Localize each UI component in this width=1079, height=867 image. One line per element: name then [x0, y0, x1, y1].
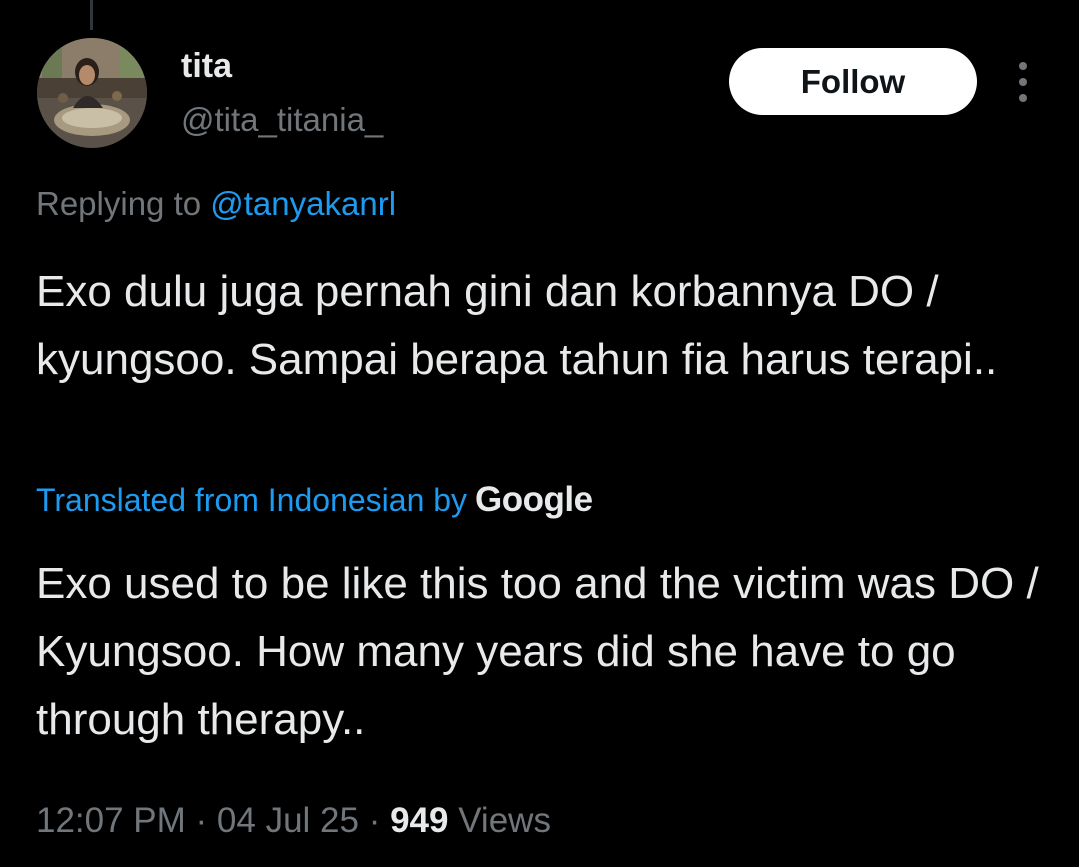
- more-dot: [1019, 78, 1027, 86]
- tweet-metadata: 12:07 PM · 04 Jul 25 · 949 Views: [36, 798, 551, 844]
- tweet-time[interactable]: 12:07 PM: [36, 801, 186, 840]
- thread-connector-line: [90, 0, 93, 30]
- more-dot: [1019, 62, 1027, 70]
- replying-to-prefix: Replying to: [36, 185, 211, 222]
- views-label: Views: [448, 801, 551, 840]
- translation-attribution: Translated from Indonesian by Google: [36, 478, 593, 522]
- tweet-date[interactable]: 04 Jul 25: [217, 801, 359, 840]
- views-count[interactable]: 949: [390, 801, 448, 840]
- follow-button[interactable]: Follow: [729, 48, 977, 115]
- meta-separator: ·: [185, 801, 217, 840]
- author-handle[interactable]: @tita_titania_: [181, 98, 383, 142]
- reply-mention-link[interactable]: @tanyakanrl: [210, 185, 396, 222]
- more-options-icon[interactable]: [1008, 62, 1038, 102]
- translated-tweet-text: Exo used to be like this too and the vic…: [36, 559, 1039, 744]
- avatar[interactable]: [37, 38, 147, 148]
- more-dot: [1019, 94, 1027, 102]
- meta-separator: ·: [358, 801, 391, 840]
- google-logo: Google: [475, 480, 593, 519]
- author-display-name[interactable]: tita: [181, 44, 232, 88]
- translation-label-link[interactable]: Translated from Indonesian by: [36, 482, 467, 518]
- tweet-text: Exo dulu juga pernah gini dan korbannya …: [36, 267, 998, 384]
- replying-to: Replying to @tanyakanrl: [36, 182, 396, 226]
- profile-photo: [37, 38, 147, 148]
